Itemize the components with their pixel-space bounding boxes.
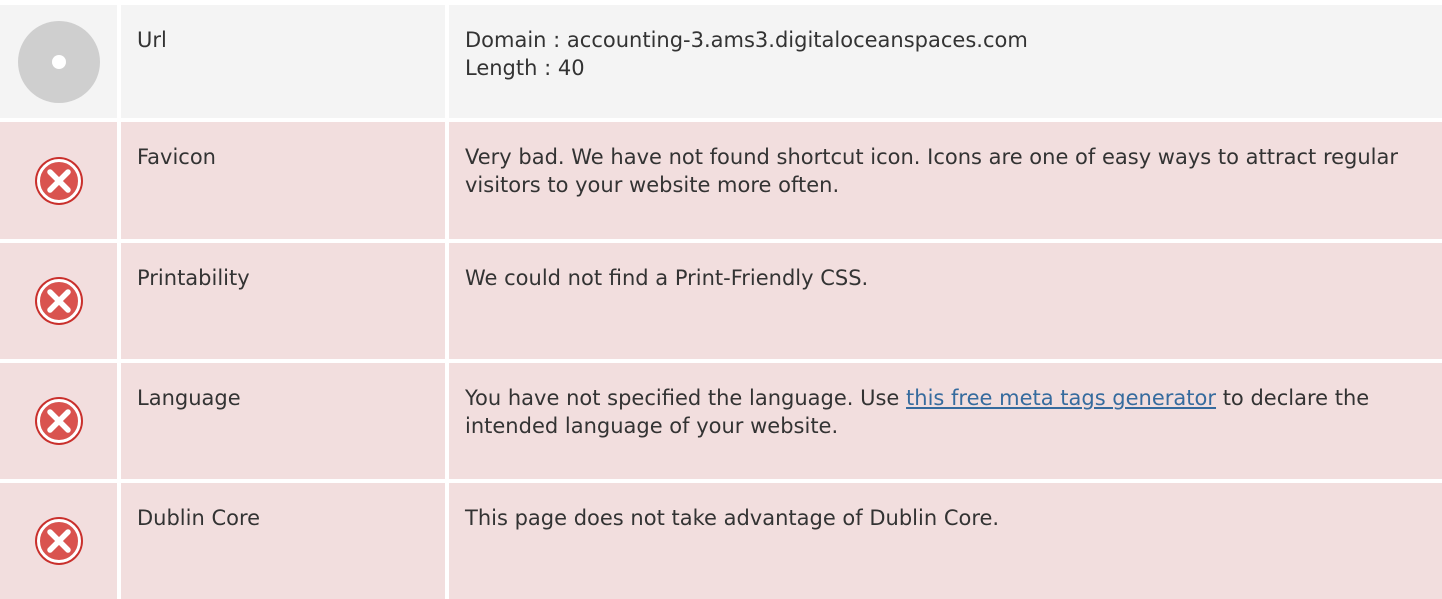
domain-text: Domain : accounting-3.ams3.digitaloceans… bbox=[465, 28, 1028, 52]
status-cell bbox=[0, 483, 117, 599]
row-label-text: Favicon bbox=[137, 145, 216, 169]
report-row-language: Language You have not specified the lang… bbox=[0, 363, 1442, 479]
favicon-description: Very bad. We have not found shortcut ico… bbox=[465, 145, 1399, 197]
row-label: Printability bbox=[121, 243, 445, 359]
row-label-text: Url bbox=[137, 28, 167, 52]
error-x-icon bbox=[34, 397, 83, 445]
printability-description: We could not find a Print-Friendly CSS. bbox=[465, 266, 869, 290]
row-label: Dublin Core bbox=[121, 483, 445, 599]
report-row-dublin-core: Dublin Core This page does not take adva… bbox=[0, 483, 1442, 599]
language-desc-before: You have not specified the language. Use bbox=[465, 386, 907, 410]
row-description: We could not find a Print-Friendly CSS. bbox=[449, 243, 1442, 359]
error-x-icon bbox=[34, 156, 83, 205]
row-description: Domain : accounting-3.ams3.digitaloceans… bbox=[449, 5, 1442, 118]
row-description: Very bad. We have not found shortcut ico… bbox=[449, 122, 1442, 239]
error-x-icon bbox=[34, 277, 83, 325]
row-description: This page does not take advantage of Dub… bbox=[449, 483, 1442, 599]
status-cell bbox=[0, 122, 117, 239]
row-label: Language bbox=[121, 363, 445, 479]
status-cell bbox=[0, 243, 117, 359]
row-label: Url bbox=[121, 5, 445, 118]
row-label-text: Printability bbox=[137, 266, 250, 290]
length-text: Length : 40 bbox=[465, 56, 585, 80]
row-label-text: Dublin Core bbox=[137, 506, 261, 530]
status-cell bbox=[0, 363, 117, 479]
meta-tags-generator-link[interactable]: this free meta tags generator bbox=[906, 386, 1216, 410]
dublin-core-description: This page does not take advantage of Dub… bbox=[465, 506, 1000, 530]
row-label: Favicon bbox=[121, 122, 445, 239]
seo-report-table: Url Domain : accounting-3.ams3.digitaloc… bbox=[0, 0, 1442, 599]
neutral-dot-icon bbox=[17, 20, 100, 103]
row-label-text: Language bbox=[137, 386, 241, 410]
row-description: You have not specified the language. Use… bbox=[449, 363, 1442, 479]
report-row-favicon: Favicon Very bad. We have not found shor… bbox=[0, 122, 1442, 239]
error-x-icon bbox=[34, 517, 83, 565]
report-row-url: Url Domain : accounting-3.ams3.digitaloc… bbox=[0, 5, 1442, 118]
report-row-printability: Printability We could not find a Print-F… bbox=[0, 243, 1442, 359]
status-cell bbox=[0, 5, 117, 118]
